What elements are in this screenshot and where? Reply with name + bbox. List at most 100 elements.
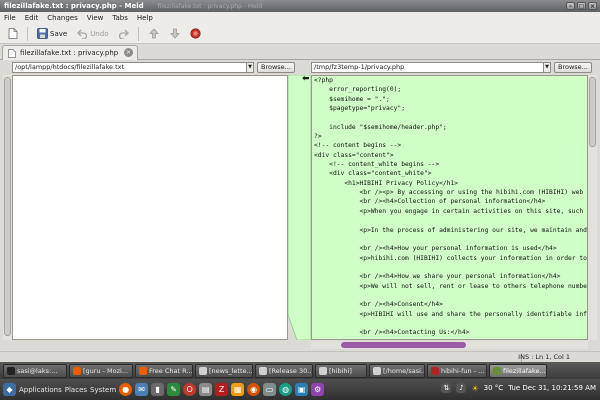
code-line[interactable]: <br /><h4>Collection of personal informa… — [314, 197, 587, 206]
tab-bar: filezillafake.txt : privacy.php × — [0, 44, 600, 60]
code-line[interactable] — [314, 235, 587, 244]
menu-changes[interactable]: Changes — [47, 14, 77, 22]
left-vertical-scrollbar[interactable] — [3, 75, 12, 340]
left-path-input[interactable]: /opt/lampp/htdocs/filezillafake.txt ▼ — [12, 62, 254, 73]
opera-icon[interactable]: O — [183, 383, 197, 396]
tab-comparison[interactable]: filezillafake.txt : privacy.php × — [2, 45, 138, 60]
save-button[interactable]: Save — [34, 26, 70, 42]
files-icon[interactable]: ▭ — [263, 383, 277, 396]
left-browse-button[interactable]: Browse... — [257, 62, 295, 73]
taskbar-window-label: hibihi-fun - ... — [441, 366, 485, 375]
menu-help[interactable]: Help — [137, 14, 153, 22]
right-vertical-scrollbar[interactable] — [588, 75, 597, 340]
code-line[interactable]: <?php — [314, 76, 587, 85]
chevron-down-icon[interactable]: ▼ — [246, 63, 253, 72]
scrollbar-thumb[interactable] — [4, 77, 11, 336]
taskbar-window-button[interactable]: [news_lette... — [195, 363, 253, 378]
taskbar-window-button[interactable]: [hibihi] — [315, 363, 367, 378]
writer-icon[interactable]: ▤ — [199, 383, 213, 396]
taskbar-window-label: [/home/sasi... — [383, 366, 425, 375]
taskbar-window-button[interactable]: hibihi-fun - ... — [427, 363, 487, 378]
code-line[interactable] — [314, 216, 587, 225]
chat-icon[interactable]: ◍ — [279, 383, 293, 396]
code-line[interactable]: <br /><h4>How we share your personal inf… — [314, 272, 587, 281]
previous-change-button[interactable] — [145, 26, 162, 42]
code-line[interactable]: <div class="content_white"> — [314, 169, 587, 178]
window-title: filezillafake.txt : privacy.php - Meld — [4, 2, 144, 10]
stop-button[interactable] — [187, 26, 204, 42]
code-line[interactable]: <!-- content begins --> — [314, 141, 587, 150]
menu-edit[interactable]: Edit — [25, 14, 39, 22]
browser-icon[interactable]: ◉ — [247, 383, 261, 396]
code-line[interactable]: <!-- content_white begins --> — [314, 160, 587, 169]
settings-icon[interactable]: ⚙ — [311, 383, 325, 396]
taskbar-window-button[interactable]: filezillafake... — [489, 363, 547, 378]
code-line[interactable]: <p>In the process of administering our s… — [314, 226, 587, 235]
code-line[interactable]: $semihome = "."; — [314, 95, 587, 104]
code-line[interactable]: <p>HIBIHI will use and share the persona… — [314, 310, 587, 319]
left-text-pane[interactable] — [12, 75, 288, 340]
chevron-down-icon[interactable]: ▼ — [543, 63, 550, 72]
code-line[interactable]: <h1>HIBIHI Privacy Policy</h1> — [314, 179, 587, 188]
left-path-value: /opt/lampp/htdocs/filezillafake.txt — [15, 63, 125, 71]
right-text-pane[interactable]: <?php error_reporting(0); $semihome = ".… — [311, 75, 588, 340]
horizontal-scrollbar[interactable] — [311, 341, 588, 349]
code-line[interactable]: <p>When you engage in certain activities… — [314, 207, 587, 216]
places-menu[interactable]: Places — [65, 386, 87, 394]
scrollbar-thumb[interactable] — [341, 342, 466, 348]
firefox-icon[interactable]: ● — [119, 383, 133, 396]
minimize-button[interactable]: – — [566, 2, 575, 10]
menu-view[interactable]: View — [87, 14, 104, 22]
right-path-input[interactable]: /tmp/fz3temp-1/privacy.php ▼ — [311, 62, 551, 73]
gedit-icon[interactable]: ✎ — [167, 383, 181, 396]
menu-file[interactable]: File — [4, 14, 16, 22]
applications-menu-icon[interactable]: ◆ — [3, 383, 16, 396]
window-titlebar[interactable]: filezillafake.txt : privacy.php - Meld f… — [0, 0, 600, 12]
menu-tabs[interactable]: Tabs — [112, 14, 128, 22]
clock[interactable]: Tue Dec 31, 10:21:59 AM — [508, 384, 596, 392]
code-line[interactable]: <p>We will not sell, rent or lease to ot… — [314, 282, 587, 291]
code-line[interactable]: <br /><h4>Consent</h4> — [314, 300, 587, 309]
system-menu[interactable]: System — [90, 386, 116, 394]
close-tab-icon[interactable]: × — [124, 48, 133, 57]
code-line[interactable]: error_reporting(0); — [314, 85, 587, 94]
left-path-row: /opt/lampp/htdocs/filezillafake.txt ▼ Br… — [12, 61, 295, 74]
code-line[interactable] — [314, 113, 587, 122]
code-line[interactable]: <div class="content"> — [314, 151, 587, 160]
taskbar-window-button[interactable]: [guru - Mozi... — [69, 363, 133, 378]
code-line[interactable]: include "$semihome/header.php"; — [314, 123, 587, 132]
code-line[interactable]: <br /><p> By accessing or using the hibi… — [314, 188, 587, 197]
taskbar-window-button[interactable]: sasi@laks:... — [3, 363, 67, 378]
code-line[interactable]: $pagetype="privacy"; — [314, 104, 587, 113]
undo-button[interactable]: Undo — [74, 26, 111, 42]
filezilla-icon[interactable]: Z — [215, 383, 229, 396]
close-window-button[interactable]: × — [588, 2, 597, 10]
code-line[interactable]: <p>hibihi.com (HIBIHI) collects your inf… — [314, 254, 587, 263]
code-line[interactable]: <br /><h4>How your personal information … — [314, 244, 587, 253]
code-line[interactable] — [314, 291, 587, 300]
archive-icon[interactable]: ▦ — [231, 383, 245, 396]
network-icon[interactable]: ⇅ — [441, 383, 452, 393]
temperature[interactable]: 30 °C — [484, 384, 504, 392]
scrollbar-thumb[interactable] — [589, 77, 596, 147]
redo-button[interactable] — [115, 26, 132, 42]
code-line[interactable] — [314, 263, 587, 272]
terminal-icon[interactable]: ▮ — [151, 383, 165, 396]
screenshot-icon[interactable]: ▣ — [295, 383, 309, 396]
volume-icon[interactable]: ♪ — [456, 383, 467, 393]
code-line[interactable]: <p>If you have any questions about our s… — [314, 338, 587, 340]
new-comparison-button[interactable] — [4, 26, 21, 42]
taskbar-window-button[interactable]: [/home/sasi... — [369, 363, 425, 378]
email-icon[interactable]: ✉ — [135, 383, 149, 396]
code-line[interactable]: ?> — [314, 132, 587, 141]
right-browse-button[interactable]: Browse... — [554, 62, 592, 73]
code-line[interactable] — [314, 319, 587, 328]
taskbar-window-label: Free Chat R... — [149, 366, 193, 375]
maximize-button[interactable]: □ — [577, 2, 586, 10]
applications-menu[interactable]: Applications — [19, 386, 62, 394]
next-change-button[interactable] — [166, 26, 183, 42]
taskbar-window-button[interactable]: Free Chat R... — [135, 363, 193, 378]
code-line[interactable]: <br /><h4>Contacting Us:</h4> — [314, 328, 587, 337]
copy-left-arrow-icon[interactable]: ⬅ — [302, 74, 310, 84]
taskbar-window-button[interactable]: [Release 30... — [255, 363, 313, 378]
